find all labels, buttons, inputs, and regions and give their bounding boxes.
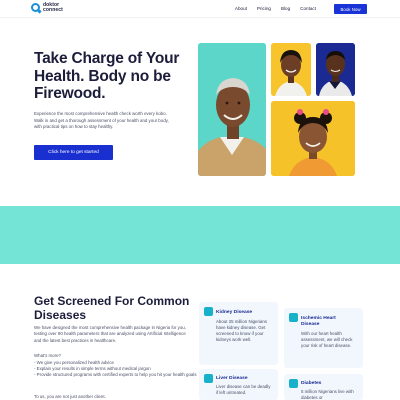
top-nav: doktor connect About Pricing Blog Contac… bbox=[0, 0, 400, 18]
card-title: Kidney Disease bbox=[216, 310, 253, 315]
young-man-photo bbox=[316, 43, 355, 96]
book-now-button[interactable]: Book Now bbox=[334, 4, 367, 14]
screening-title: Get Screened For Common Diseases bbox=[34, 294, 190, 322]
card-title: Diabetes bbox=[301, 381, 322, 386]
nav-link-about[interactable]: About bbox=[235, 6, 247, 11]
screening-paragraph: We have designed the most comprehensive … bbox=[34, 325, 186, 343]
card-title: Liver Disease bbox=[216, 376, 248, 381]
card-title: Ischemic Heart Disease bbox=[301, 316, 336, 327]
little-girl-photo bbox=[271, 101, 355, 176]
card-heart-disease[interactable]: Ischemic Heart Disease With our heart he… bbox=[284, 308, 363, 368]
benefits-list: - We give you personalized health advice… bbox=[34, 360, 199, 378]
card-description: About 25 million Nigerians have kidney d… bbox=[216, 319, 268, 342]
card-description: 5 million Nigerians live with diabetes o… bbox=[301, 389, 354, 400]
nav-link-pricing[interactable]: Pricing bbox=[257, 6, 271, 11]
nav-link-contact[interactable]: Contact bbox=[300, 6, 316, 11]
diabetes-icon bbox=[289, 379, 298, 388]
list-item: - Provide structured programs with certi… bbox=[34, 372, 197, 377]
logo-icon bbox=[31, 3, 40, 12]
heart-icon bbox=[289, 313, 298, 322]
whats-more-label: What's more? bbox=[34, 353, 61, 358]
closing-text: To us, you are not just another client. bbox=[34, 394, 106, 399]
page: doktor connect About Pricing Blog Contac… bbox=[0, 0, 400, 400]
hero-description: Experience the most comprehensive health… bbox=[34, 111, 169, 129]
hero-title: Take Charge of Your Health. Body no be F… bbox=[34, 50, 180, 102]
card-description: With our heart health assessment, we wil… bbox=[301, 331, 353, 348]
logo-text-line2: connect bbox=[43, 6, 63, 13]
nav-link-blog[interactable]: Blog bbox=[281, 6, 290, 11]
nav-links: About Pricing Blog Contact bbox=[235, 6, 316, 11]
card-liver-disease[interactable]: Liver Disease Liver disease can be deadl… bbox=[199, 369, 278, 400]
card-description: Liver disease can be deadly if left untr… bbox=[216, 384, 271, 395]
elderly-man-photo bbox=[198, 43, 266, 176]
card-kidney-disease[interactable]: Kidney Disease About 25 million Nigerian… bbox=[199, 302, 278, 365]
liver-icon bbox=[204, 374, 213, 383]
decorative-band bbox=[0, 206, 400, 264]
smiling-woman-photo bbox=[271, 43, 311, 96]
kidney-icon bbox=[204, 307, 213, 316]
card-diabetes[interactable]: Diabetes 5 million Nigerians live with d… bbox=[284, 374, 363, 400]
logo[interactable]: doktor connect bbox=[31, 3, 63, 12]
get-started-button[interactable]: Click here to get started bbox=[34, 145, 113, 160]
